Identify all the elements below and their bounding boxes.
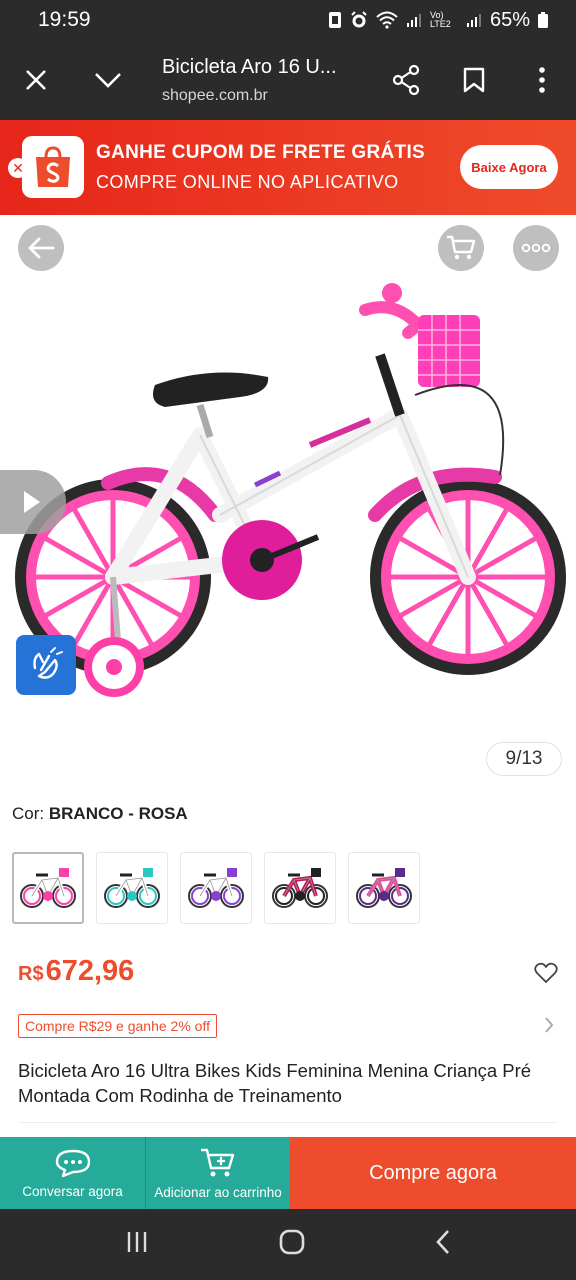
chevron-down-icon [95,73,121,88]
video-play-handle[interactable] [0,470,66,534]
close-icon [26,70,46,90]
status-bar: 19:59 Vo) LTE2 65% [0,0,576,40]
signal-icon [406,14,421,27]
bookmark-icon [463,67,485,93]
system-nav-bar [0,1209,576,1280]
image-counter: 9/13 [486,742,562,776]
page-title: Bicicleta Aro 16 U... [162,55,337,78]
promo-subline: COMPRE ONLINE NO APLICATIVO [96,172,399,192]
home-button[interactable] [279,1229,305,1260]
cart-button[interactable] [438,225,484,271]
minimize-button[interactable] [72,40,144,120]
bike-thumbnail [188,868,244,908]
buy-now-button[interactable]: Compre agora [290,1137,576,1209]
promo-close-button[interactable]: ✕ [8,158,28,178]
promo-text: GANHE CUPOM DE FRETE GRÁTIS COMPRE ONLIN… [96,142,425,193]
download-app-button[interactable]: Baixe Agora [460,145,558,189]
page-url: shopee.com.br [162,86,268,104]
coupon-more-button[interactable] [544,1016,554,1039]
product-image-gallery[interactable]: 9/13 [0,215,576,785]
sign-language-icon [33,647,63,679]
variant-label: Cor: BRANCO - ROSA [12,804,188,824]
product-title: Bicicleta Aro 16 Ultra Bikes Kids Femini… [18,1060,532,1106]
cart-icon [447,235,476,260]
variant-thumbnails [12,852,420,924]
accessibility-button[interactable] [16,635,76,695]
product-price: R$ 672,96 [18,955,134,988]
recent-apps-button[interactable] [125,1230,149,1259]
status-icons: Vo) LTE2 65% [328,9,548,32]
signal-icon-2 [466,14,481,27]
network-label: Vo) LTE2 [429,10,451,29]
more-options-button[interactable] [508,40,576,120]
browser-title-area[interactable]: Bicicleta Aro 16 U... shopee.com.br [144,56,372,105]
bike-thumbnail [104,868,160,908]
wifi-icon [376,11,398,29]
promo-headline: GANHE CUPOM DE FRETE GRÁTIS [96,142,426,163]
battery-icon [538,12,548,28]
share-button[interactable] [372,40,440,120]
bookmark-button[interactable] [440,40,508,120]
chat-label: Conversar agora [22,1183,123,1199]
share-icon [392,65,420,95]
home-icon [279,1229,305,1255]
more-vertical-icon [539,67,545,93]
variant-label-title: Cor: [12,804,45,823]
price-currency: R$ [18,963,44,985]
status-time: 19:59 [38,8,91,31]
shopee-logo [22,136,84,198]
notification-icon [328,12,341,28]
coupon-badge[interactable]: Compre R$29 e ganhe 2% off [18,1014,217,1038]
favorite-button[interactable] [534,962,558,989]
recent-apps-icon [127,1232,147,1252]
variant-value: BRANCO - ROSA [48,804,188,823]
cart-label: Adicionar ao carrinho [154,1184,282,1200]
back-nav-button[interactable] [435,1229,451,1260]
more-horizontal-icon [521,243,551,253]
browser-toolbar: Bicicleta Aro 16 U... shopee.com.br [0,40,576,120]
bike-thumbnail [272,868,328,908]
back-button[interactable] [18,225,64,271]
arrow-left-icon [28,237,55,259]
divider [18,1122,558,1123]
chevron-right-icon [545,1017,554,1033]
product-image [15,283,566,697]
action-bar: Conversar agora Adicionar ao carrinho Co… [0,1137,576,1209]
bike-thumbnail [356,868,412,908]
chat-button[interactable]: Conversar agora [0,1137,145,1209]
more-options-product-button[interactable] [513,225,559,271]
variant-thumb[interactable] [348,852,420,924]
variant-thumb[interactable] [264,852,336,924]
variant-thumb[interactable] [96,852,168,924]
add-to-cart-button[interactable]: Adicionar ao carrinho [145,1137,290,1209]
variant-thumb[interactable] [12,852,84,924]
back-icon [436,1230,449,1254]
add-cart-icon [201,1148,235,1176]
variant-thumb[interactable] [180,852,252,924]
heart-icon [534,962,558,983]
price-value: 672,96 [45,955,135,987]
alarm-icon [351,11,367,28]
app-promo-banner[interactable]: ✕ GANHE CUPOM DE FRETE GRÁTIS COMPRE ONL… [0,120,576,215]
close-tab-button[interactable] [0,40,72,120]
chat-icon [55,1149,90,1177]
play-icon [24,491,40,513]
shopping-bag-icon [36,146,70,187]
bike-thumbnail [20,868,76,908]
battery-percent: 65% [489,8,530,31]
